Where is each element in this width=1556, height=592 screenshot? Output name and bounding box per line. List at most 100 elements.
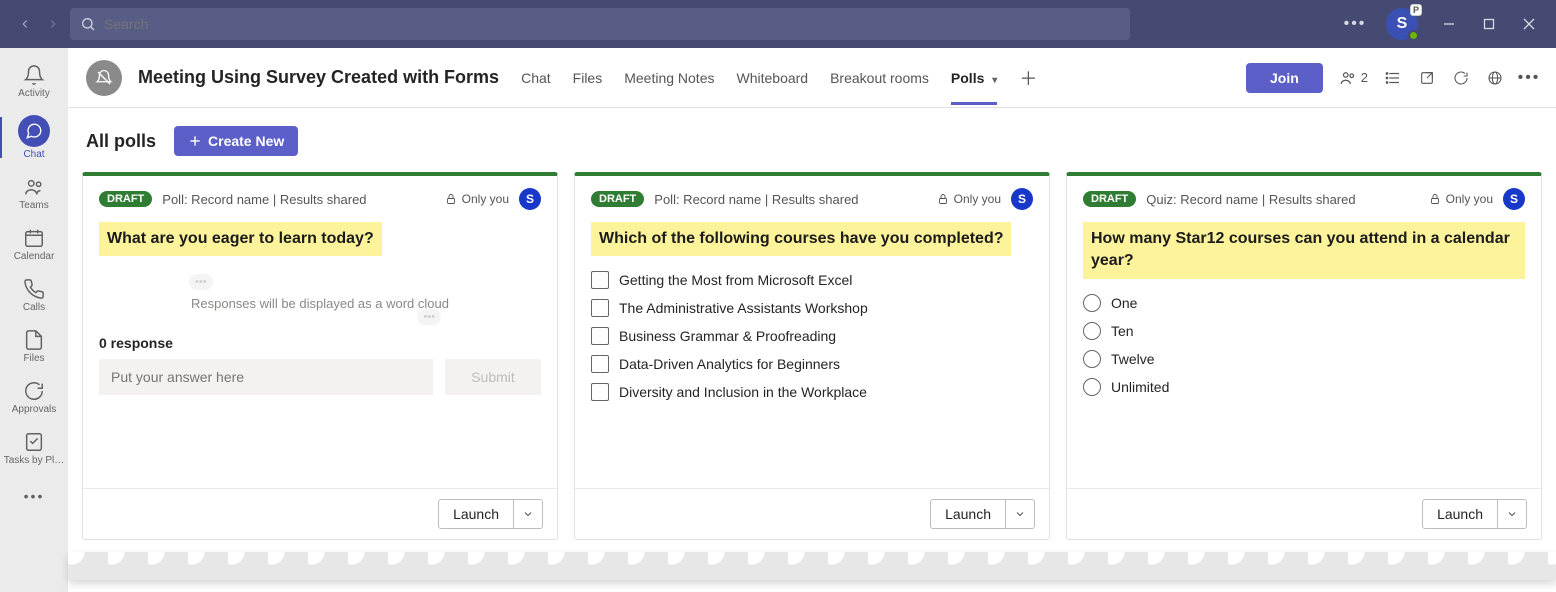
file-icon: [23, 329, 45, 351]
avatar-initial: S: [1397, 15, 1408, 33]
header-more-button[interactable]: •••: [1520, 69, 1538, 87]
rail-label: Tasks by Pl…: [4, 455, 65, 466]
checkbox-option[interactable]: Diversity and Inclusion in the Workplace: [591, 378, 1033, 406]
popout-button[interactable]: [1418, 69, 1436, 87]
poll-meta: Quiz: Record name | Results shared: [1146, 192, 1418, 207]
checkbox-option[interactable]: Business Grammar & Proofreading: [591, 322, 1033, 350]
radio-option[interactable]: One: [1083, 289, 1525, 317]
torn-edge-decoration: [68, 552, 1556, 580]
window-close-button[interactable]: [1520, 15, 1538, 33]
rail-item-tasks[interactable]: Tasks by Pl…: [0, 425, 68, 472]
launch-button[interactable]: Launch: [930, 499, 1035, 529]
poll-meta: Poll: Record name | Results shared: [654, 192, 926, 207]
tab-polls[interactable]: Polls ▾: [951, 52, 997, 104]
option-label: Getting the Most from Microsoft Excel: [619, 272, 852, 288]
lock-icon: [1429, 193, 1441, 205]
radio-option[interactable]: Twelve: [1083, 345, 1525, 373]
checkbox-option[interactable]: The Administrative Assistants Workshop: [591, 294, 1033, 322]
option-label: Data-Driven Analytics for Beginners: [619, 356, 840, 372]
launch-button[interactable]: Launch: [438, 499, 543, 529]
window-minimize-button[interactable]: [1440, 15, 1458, 33]
radio-option[interactable]: Ten: [1083, 317, 1525, 345]
tab-meeting-notes[interactable]: Meeting Notes: [624, 52, 714, 104]
create-new-button[interactable]: Create New: [174, 126, 298, 156]
tab-breakout-rooms[interactable]: Breakout rooms: [830, 52, 929, 104]
rail-item-chat[interactable]: Chat: [0, 109, 68, 166]
list-view-button[interactable]: [1384, 69, 1402, 87]
search-icon: [80, 16, 96, 32]
visibility-label: Only you: [937, 192, 1001, 206]
rail-item-teams[interactable]: Teams: [0, 170, 68, 217]
search-box[interactable]: [70, 8, 1130, 40]
window-maximize-button[interactable]: [1480, 15, 1498, 33]
page-heading: All polls: [86, 131, 156, 152]
option-label: One: [1111, 295, 1137, 311]
rail-item-approvals[interactable]: Approvals: [0, 374, 68, 421]
poll-card: DRAFT Poll: Record name | Results shared…: [82, 172, 558, 540]
draft-badge: DRAFT: [591, 191, 644, 207]
rail-item-calls[interactable]: Calls: [0, 272, 68, 319]
more-options-button[interactable]: •••: [1346, 15, 1364, 33]
rail-more-button[interactable]: •••: [0, 482, 68, 510]
visibility-label: Only you: [445, 192, 509, 206]
rail-item-files[interactable]: Files: [0, 323, 68, 370]
submit-button[interactable]: Submit: [445, 359, 541, 395]
checkbox-icon: [591, 355, 609, 373]
rail-item-calendar[interactable]: Calendar: [0, 221, 68, 268]
add-tab-button[interactable]: ＋: [1019, 65, 1037, 91]
launch-dropdown[interactable]: [1005, 500, 1034, 528]
more-icon: •••: [24, 488, 45, 504]
poll-cards-row: DRAFT Poll: Record name | Results shared…: [82, 172, 1542, 540]
refresh-button[interactable]: [1452, 69, 1470, 87]
launch-label: Launch: [1423, 500, 1497, 528]
user-avatar[interactable]: S P: [1386, 8, 1418, 40]
meeting-mute-icon[interactable]: [86, 60, 122, 96]
poll-question: Which of the following courses have you …: [591, 222, 1011, 256]
launch-dropdown[interactable]: [1497, 500, 1526, 528]
option-label: Unlimited: [1111, 379, 1169, 395]
meeting-title: Meeting Using Survey Created with Forms: [138, 67, 499, 88]
checkbox-icon: [591, 327, 609, 345]
checkbox-icon: [591, 271, 609, 289]
bell-icon: [23, 64, 45, 86]
radio-icon: [1083, 378, 1101, 396]
rail-label: Teams: [19, 200, 48, 211]
tab-files[interactable]: Files: [573, 52, 603, 104]
nav-forward-button[interactable]: [46, 17, 60, 31]
checkbox-icon: [591, 383, 609, 401]
rail-label: Calendar: [14, 251, 55, 262]
rail-label: Calls: [23, 302, 45, 313]
checkbox-option[interactable]: Getting the Most from Microsoft Excel: [591, 266, 1033, 294]
search-input[interactable]: [104, 16, 1120, 32]
poll-card: DRAFT Quiz: Record name | Results shared…: [1066, 172, 1542, 540]
author-avatar: S: [1011, 188, 1033, 210]
rail-label: Chat: [23, 149, 44, 160]
calendar-icon: [23, 227, 45, 249]
chevron-down-icon: ▾: [992, 75, 997, 86]
tab-chat[interactable]: Chat: [521, 52, 551, 104]
join-button[interactable]: Join: [1246, 63, 1323, 93]
poll-question: How many Star12 courses can you attend i…: [1083, 222, 1525, 279]
radio-option[interactable]: Unlimited: [1083, 373, 1525, 401]
launch-button[interactable]: Launch: [1422, 499, 1527, 529]
checkbox-option[interactable]: Data-Driven Analytics for Beginners: [591, 350, 1033, 378]
answer-input[interactable]: [99, 359, 433, 395]
wordcloud-placeholder: Responses will be displayed as a word cl…: [99, 266, 541, 321]
option-label: Ten: [1111, 323, 1134, 339]
radio-icon: [1083, 294, 1101, 312]
tab-whiteboard[interactable]: Whiteboard: [737, 52, 809, 104]
tab-polls-label: Polls: [951, 70, 984, 86]
radio-icon: [1083, 322, 1101, 340]
launch-dropdown[interactable]: [513, 500, 542, 528]
nav-back-button[interactable]: [18, 17, 32, 31]
title-bar: ••• S P: [0, 0, 1556, 48]
globe-button[interactable]: [1486, 69, 1504, 87]
author-avatar: S: [519, 188, 541, 210]
meeting-header: Meeting Using Survey Created with Forms …: [68, 48, 1556, 108]
participants-button[interactable]: 2: [1339, 69, 1368, 87]
participants-count: 2: [1361, 70, 1368, 85]
rail-item-activity[interactable]: Activity: [0, 58, 68, 105]
phone-icon: [23, 278, 45, 300]
app-rail: Activity Chat Teams Calendar: [0, 48, 68, 592]
option-label: The Administrative Assistants Workshop: [619, 300, 868, 316]
